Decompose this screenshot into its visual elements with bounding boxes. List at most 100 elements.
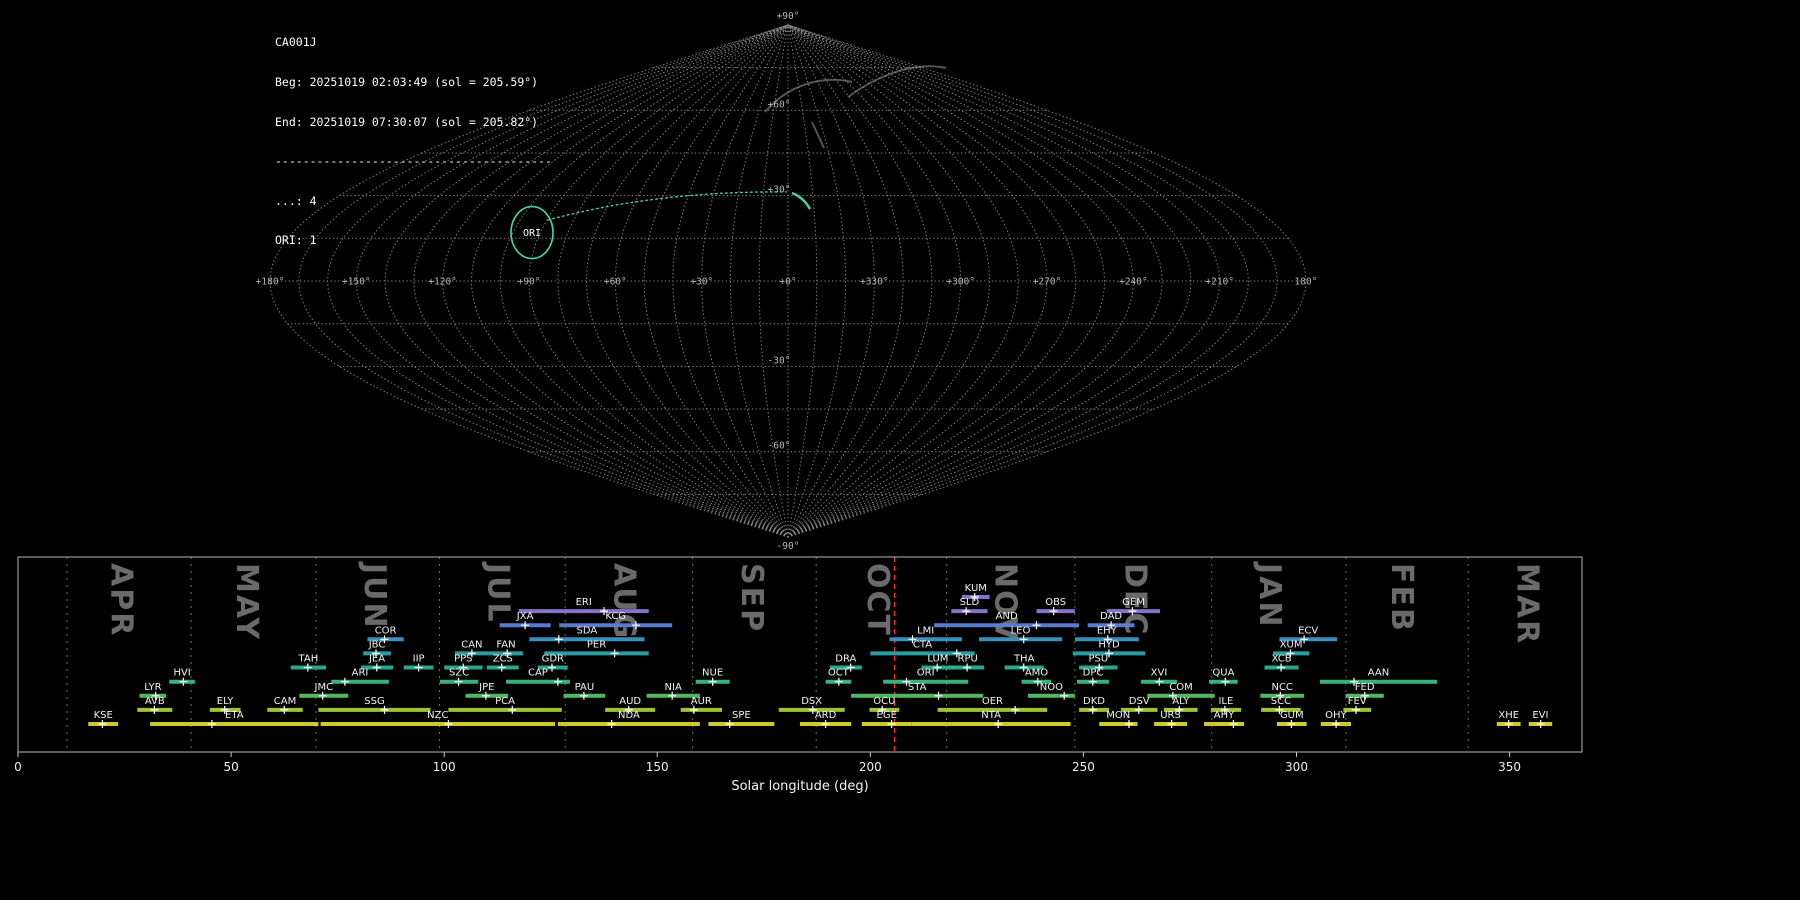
shower-label-XVI: XVI xyxy=(1151,668,1168,679)
month-label: APR xyxy=(103,563,138,637)
shower-peak-marker xyxy=(498,664,506,672)
x-tick-label: 50 xyxy=(223,760,238,774)
shower-peak-marker xyxy=(1135,706,1143,714)
month-label: MAY xyxy=(229,563,264,641)
shower-label-DKD: DKD xyxy=(1083,696,1105,707)
shower-label-LEO: LEO xyxy=(1011,625,1031,636)
shower-label-SDA: SDA xyxy=(577,625,598,636)
shower-peak-marker xyxy=(1277,664,1285,672)
shower-label-TAH: TAH xyxy=(298,654,319,665)
shower-peak-marker xyxy=(1332,720,1340,728)
shower-label-NIA: NIA xyxy=(665,682,682,693)
shower-label-JPE: JPE xyxy=(478,682,494,693)
shower-label-AUD: AUD xyxy=(619,696,641,707)
shower-label-AHY: AHY xyxy=(1214,710,1235,721)
shower-label-AMO: AMO xyxy=(1025,668,1048,679)
ra-label: +300° xyxy=(946,277,975,288)
end-time: End: 20251019 07:30:07 (sol = 205.82°) xyxy=(275,116,552,129)
shower-label-FED: FED xyxy=(1355,682,1375,693)
south-pole-label: -90° xyxy=(777,541,800,552)
shower-label-LYR: LYR xyxy=(144,682,161,693)
begin-time: Beg: 20251019 02:03:49 (sol = 205.59°) xyxy=(275,76,552,89)
shower-peak-marker xyxy=(455,678,463,686)
month-label: JUL xyxy=(481,561,516,624)
shower-peak-marker xyxy=(1155,678,1163,686)
field-arc xyxy=(848,66,946,97)
shower-peak-marker xyxy=(963,664,971,672)
shower-label-OCT: OCT xyxy=(828,668,850,679)
shower-label-RPU: RPU xyxy=(958,654,978,665)
ra-label: +60° xyxy=(604,277,627,288)
x-tick-label: 250 xyxy=(1072,760,1095,774)
shower-peak-marker xyxy=(555,635,563,643)
ra-label: +0° xyxy=(779,277,796,288)
shower-peak-marker xyxy=(709,678,717,686)
shower-label-LMI: LMI xyxy=(917,625,934,636)
shower-label-THA: THA xyxy=(1013,654,1035,665)
shower-peak-marker xyxy=(726,720,734,728)
shower-peak-marker xyxy=(1168,720,1176,728)
shower-label-CAM: CAM xyxy=(274,696,296,707)
x-tick-label: 200 xyxy=(859,760,882,774)
shower-label-XCB: XCB xyxy=(1272,654,1292,665)
sky-map: +90°-90°+60°+30°-30°-60°+180°+150°+120°+… xyxy=(0,0,1800,555)
shower-peak-marker xyxy=(1089,678,1097,686)
shower-peak-marker xyxy=(554,678,562,686)
shower-peak-marker xyxy=(98,720,106,728)
shower-peak-marker xyxy=(835,678,843,686)
shower-count: ORI: 1 xyxy=(275,234,552,247)
shower-label-ECV: ECV xyxy=(1298,625,1318,636)
shower-label-STA: STA xyxy=(908,682,927,693)
latitude-label: -60° xyxy=(768,441,791,452)
shower-label-QUA: QUA xyxy=(1212,668,1234,679)
shower-label-SCC: SCC xyxy=(1271,696,1291,707)
ra-label: +120° xyxy=(428,277,457,288)
month-label: MAR xyxy=(1510,563,1545,645)
shower-label-EHY: EHY xyxy=(1097,625,1118,636)
shower-label-COR: COR xyxy=(375,625,397,636)
shower-label-SPE: SPE xyxy=(732,710,751,721)
shower-label-OER: OER xyxy=(982,696,1003,707)
x-tick-label: 350 xyxy=(1498,760,1521,774)
shower-peak-marker xyxy=(690,706,698,714)
station-code: CA001J xyxy=(275,36,552,49)
shower-label-ETA: ETA xyxy=(225,710,244,721)
shower-label-JEA: JEA xyxy=(368,654,385,665)
ra-label: +330° xyxy=(860,277,889,288)
sporadic-count: ...: 4 xyxy=(275,195,552,208)
shower-label-COM: COM xyxy=(1169,682,1192,693)
month-label: JAN xyxy=(1252,561,1287,629)
shower-label-JMC: JMC xyxy=(314,682,334,693)
shower-label-NCC: NCC xyxy=(1271,682,1292,693)
shower-label-XUM: XUM xyxy=(1280,639,1303,650)
ra-label: +30° xyxy=(690,277,713,288)
month-label: JUN xyxy=(357,561,392,630)
shower-label-DAD: DAD xyxy=(1100,611,1122,622)
shower-label-PER: PER xyxy=(587,639,606,650)
shower-label-AVB: AVB xyxy=(145,696,165,707)
shower-label-ILE: ILE xyxy=(1218,696,1233,707)
shower-peak-marker xyxy=(611,649,619,657)
shower-label-NTA: NTA xyxy=(981,710,1001,721)
shower-peak-marker xyxy=(415,664,423,672)
shower-peak-marker xyxy=(381,706,389,714)
shower-peak-marker xyxy=(1033,621,1041,629)
shower-peak-marker xyxy=(341,678,349,686)
shower-label-ARD: ARD xyxy=(815,710,837,721)
shower-label-PAU: PAU xyxy=(575,682,595,693)
month-label: SEP xyxy=(734,563,769,633)
separator-line: ---------------------------------------- xyxy=(275,155,552,168)
shower-peak-marker xyxy=(508,706,516,714)
shower-label-KCG: KCG xyxy=(605,611,626,622)
shower-label-HVI: HVI xyxy=(173,668,190,679)
shower-peak-marker xyxy=(280,706,288,714)
sky-arcs xyxy=(765,66,946,148)
shower-peak-marker xyxy=(580,692,588,700)
latitude-label: -30° xyxy=(768,355,791,366)
x-axis-title: Solar longitude (deg) xyxy=(731,779,868,794)
ra-label: +240° xyxy=(1119,277,1148,288)
shower-peak-marker xyxy=(521,621,529,629)
shower-label-EGE: EGE xyxy=(877,710,897,721)
x-tick-label: 150 xyxy=(646,760,669,774)
shower-peak-marker xyxy=(962,607,970,615)
